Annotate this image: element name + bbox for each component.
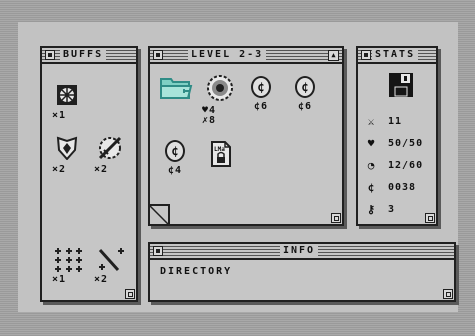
locked-file-icon	[211, 141, 231, 167]
folder-icon	[160, 78, 193, 99]
buff-item-sword-shield[interactable]: ×2	[94, 136, 126, 175]
close-icon[interactable]	[361, 50, 371, 60]
buff-count: ×1	[52, 274, 67, 285]
coin-icon	[295, 76, 315, 98]
info-window: INFO DIRECTORY	[148, 242, 456, 302]
resize-handle[interactable]	[443, 289, 453, 299]
info-titlebar[interactable]: INFO	[150, 244, 454, 260]
buffs-title: BUFFS	[60, 48, 107, 62]
scroll-up-icon[interactable]: ▲	[328, 50, 339, 61]
level-title: LEVEL 2-3	[188, 48, 267, 62]
buff-item-shield[interactable]: ×2	[52, 136, 82, 175]
stats-titlebar[interactable]: STATS	[358, 48, 436, 64]
resize-handle[interactable]	[425, 213, 435, 223]
level-item-folder[interactable]	[158, 74, 194, 104]
clock-icon: ◔	[367, 158, 375, 172]
buff-item-wheel[interactable]: ×1	[52, 84, 82, 121]
stat-keys: ⚷ 3	[364, 202, 395, 216]
buff-item-sparkles[interactable]: ×1	[52, 246, 86, 285]
stat-attack-value: 11	[388, 115, 403, 127]
stats-title: STATS	[372, 48, 419, 62]
orb-icon	[207, 75, 233, 101]
stat-coins: ¢ 0038	[364, 180, 416, 194]
buff-count: ×2	[94, 274, 109, 285]
buff-item-wand[interactable]: ×2	[94, 246, 128, 285]
level-item-locked-file[interactable]: LMa	[206, 140, 236, 172]
info-title: INFO	[280, 244, 319, 258]
buffs-titlebar[interactable]: BUFFS	[42, 48, 136, 64]
coin-value: ¢6	[253, 101, 269, 112]
corner-triangle	[150, 204, 170, 224]
stat-health: ♥ 50/50	[364, 136, 423, 150]
buffs-window: BUFFS ×1 ×2 ×2 ×1 ×2	[40, 46, 138, 302]
coin-value: ¢4	[167, 165, 183, 176]
close-icon[interactable]	[153, 246, 163, 256]
key-icon: ⚷	[366, 202, 376, 216]
level-item-coin[interactable]: ¢6	[290, 76, 320, 112]
level-item-coin[interactable]: ¢4	[160, 140, 190, 176]
coin-icon: ¢	[367, 180, 375, 194]
stats-window: STATS ⚔ 11 ♥ 50/50 ◔ 12/60 ¢ 0038 ⚷ 3	[356, 46, 438, 226]
stat-coins-value: 0038	[388, 181, 417, 193]
wheel-icon	[57, 85, 77, 105]
coin-icon	[165, 140, 185, 162]
level-titlebar[interactable]: LEVEL 2-3 ▲	[150, 48, 342, 64]
floppy-disk-icon	[389, 73, 413, 97]
stat-time-value: 12/60	[388, 159, 424, 171]
stat-health-value: 50/50	[388, 137, 424, 149]
heart-icon: ♥	[367, 136, 375, 150]
orb-attack-label: ✗8	[202, 115, 217, 126]
wand-icon	[98, 248, 124, 272]
buff-count: ×2	[94, 164, 109, 175]
file-label: LMa	[214, 146, 225, 153]
coin-icon	[251, 76, 271, 98]
stat-keys-value: 3	[388, 203, 396, 215]
resize-handle[interactable]	[331, 213, 341, 223]
sword-shield-icon	[98, 136, 122, 160]
level-item-orb[interactable]: ♥4 ✗8	[202, 74, 238, 126]
info-text: DIRECTORY	[160, 266, 233, 277]
level-window: LEVEL 2-3 ▲ ♥4 ✗8 ¢6 ¢6 ¢4	[148, 46, 344, 226]
buff-count: ×2	[52, 164, 67, 175]
level-item-coin[interactable]: ¢6	[246, 76, 276, 112]
shield-icon	[56, 136, 78, 161]
sparkles-icon	[55, 248, 82, 272]
sword-icon: ⚔	[367, 114, 375, 128]
stat-time: ◔ 12/60	[364, 158, 423, 172]
resize-handle[interactable]	[125, 289, 135, 299]
buff-count: ×1	[52, 110, 67, 121]
stat-attack: ⚔ 11	[364, 114, 402, 128]
coin-value: ¢6	[297, 101, 313, 112]
close-icon[interactable]	[45, 50, 55, 60]
close-icon[interactable]	[153, 50, 163, 60]
